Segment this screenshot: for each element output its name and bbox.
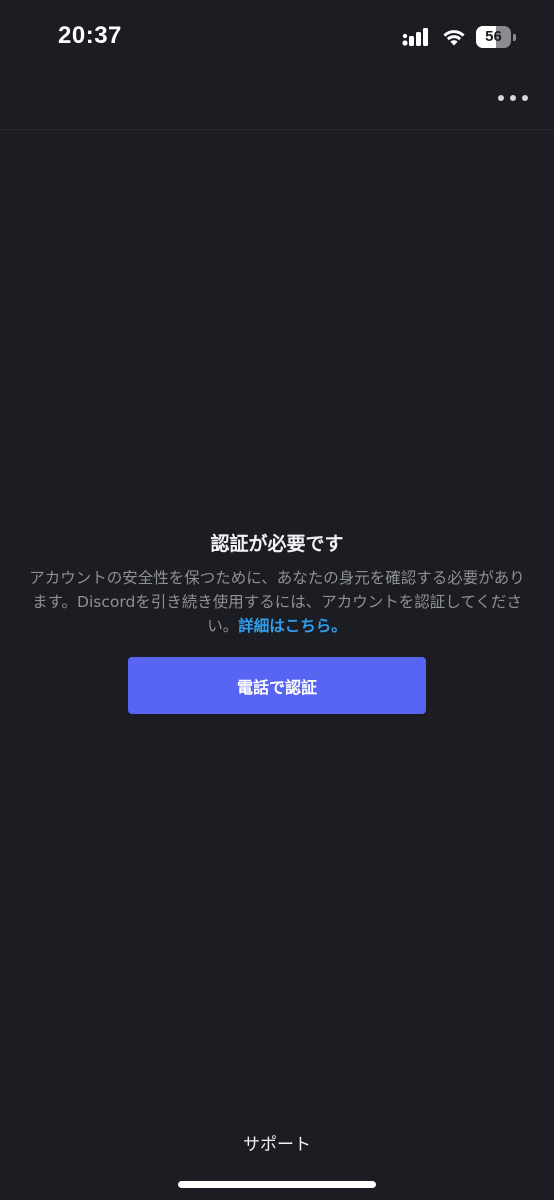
home-indicator[interactable]	[178, 1181, 376, 1188]
battery-level: 56	[485, 28, 502, 45]
verify-with-phone-button[interactable]: 電話で認証	[128, 657, 426, 714]
status-icons: 56	[402, 25, 516, 49]
more-options-button[interactable]	[498, 88, 528, 108]
status-time: 20:37	[58, 22, 122, 49]
verification-panel: 認証が必要です アカウントの安全性を保つために、あなたの身元を確認する必要があり…	[0, 530, 554, 638]
page-title: 認証が必要です	[210, 533, 344, 555]
learn-more-link[interactable]: 詳細はこちら。	[238, 617, 347, 635]
header-bar	[0, 76, 554, 130]
wifi-icon	[442, 28, 466, 46]
cellular-signal-icon	[402, 27, 432, 47]
status-bar: 20:37 56	[0, 0, 554, 76]
support-link[interactable]: サポート	[0, 1130, 554, 1155]
battery-icon: 56	[476, 26, 516, 48]
verification-description: アカウントの安全性を保つために、あなたの身元を確認する必要があります。Disco…	[27, 566, 527, 638]
more-horizontal-icon	[498, 95, 504, 101]
